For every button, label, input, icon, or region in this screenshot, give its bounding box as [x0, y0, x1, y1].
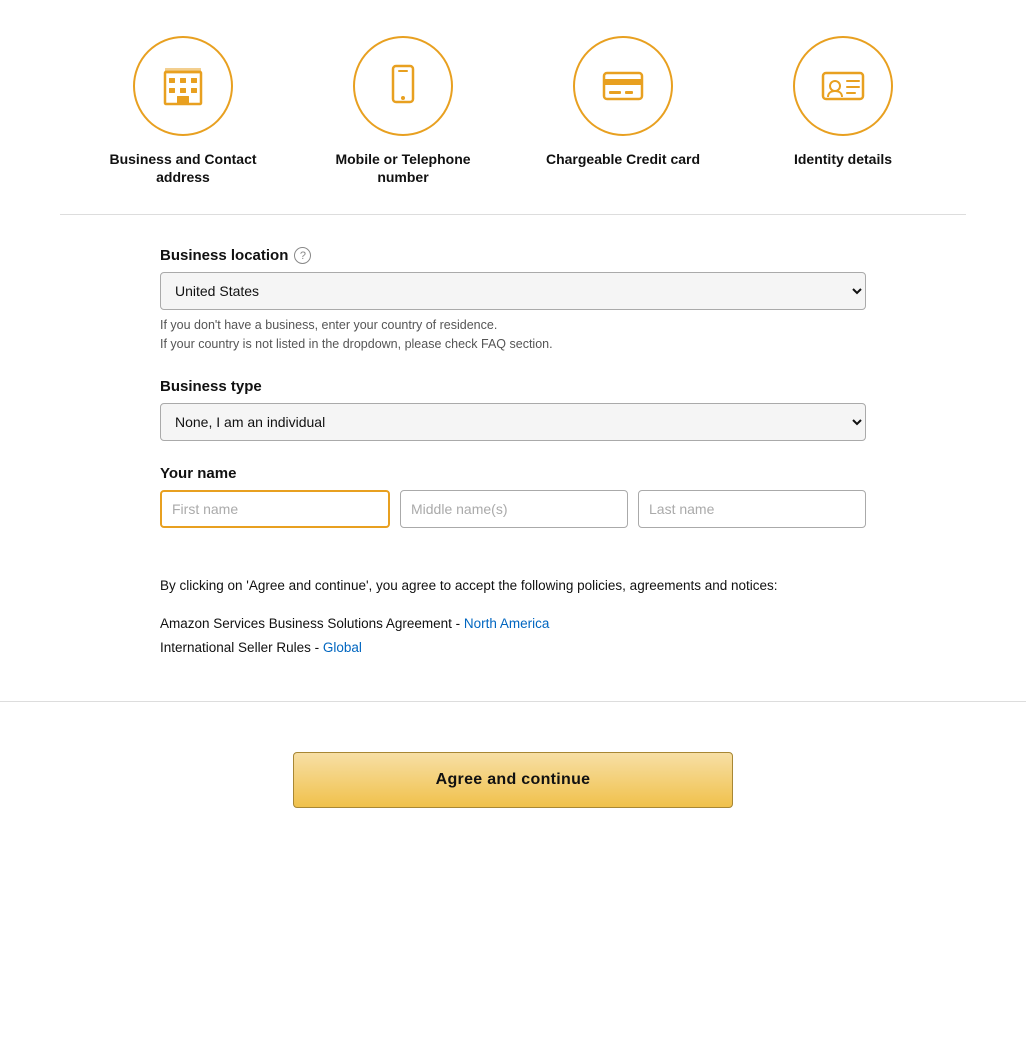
global-link[interactable]: Global: [323, 640, 362, 655]
step-circle-business: [133, 36, 233, 136]
steps-header: Business and Contact address Mobile or T…: [0, 0, 1026, 214]
agreement-links: Amazon Services Business Solutions Agree…: [160, 612, 866, 661]
business-location-label: Business location ?: [160, 247, 866, 264]
creditcard-icon: [599, 62, 647, 110]
idcard-icon: [819, 62, 867, 110]
your-name-label: Your name: [160, 465, 866, 482]
phone-icon: [379, 62, 427, 110]
step-circle-identity: [793, 36, 893, 136]
business-type-group: Business type None, I am an individual: [160, 378, 866, 441]
bottom-divider: [0, 701, 1026, 702]
step-circle-mobile: [353, 36, 453, 136]
step-label-card: Chargeable Credit card: [546, 150, 700, 168]
first-name-input[interactable]: [160, 490, 390, 528]
business-location-select[interactable]: United States: [160, 272, 866, 310]
step-label-mobile: Mobile or Telephone number: [323, 150, 483, 186]
step-business-contact: Business and Contact address: [103, 36, 263, 186]
step-label-identity: Identity details: [794, 150, 892, 168]
building-icon: [159, 62, 207, 110]
agreement-line2: International Seller Rules - Global: [160, 636, 866, 660]
cta-container: Agree and continue: [0, 722, 1026, 848]
north-america-link[interactable]: North America: [464, 616, 550, 631]
agreement-line1: Amazon Services Business Solutions Agree…: [160, 612, 866, 636]
business-type-select[interactable]: None, I am an individual: [160, 403, 866, 441]
middle-name-input[interactable]: [400, 490, 628, 528]
step-label-business: Business and Contact address: [103, 150, 263, 186]
name-fields-row: [160, 490, 866, 528]
step-mobile: Mobile or Telephone number: [323, 36, 483, 186]
step-circle-card: [573, 36, 673, 136]
business-type-label: Business type: [160, 378, 866, 395]
agreement-section: By clicking on 'Agree and continue', you…: [0, 576, 1026, 681]
step-credit-card: Chargeable Credit card: [543, 36, 703, 168]
business-location-help-icon[interactable]: ?: [294, 247, 311, 264]
last-name-input[interactable]: [638, 490, 866, 528]
step-identity: Identity details: [763, 36, 923, 168]
your-name-group: Your name: [160, 465, 866, 528]
business-location-hint: If you don't have a business, enter your…: [160, 316, 866, 354]
agree-continue-button[interactable]: Agree and continue: [293, 752, 733, 808]
agreement-intro-text: By clicking on 'Agree and continue', you…: [160, 576, 866, 596]
business-location-group: Business location ? United States If you…: [160, 247, 866, 354]
form-section: Business location ? United States If you…: [0, 215, 1026, 576]
